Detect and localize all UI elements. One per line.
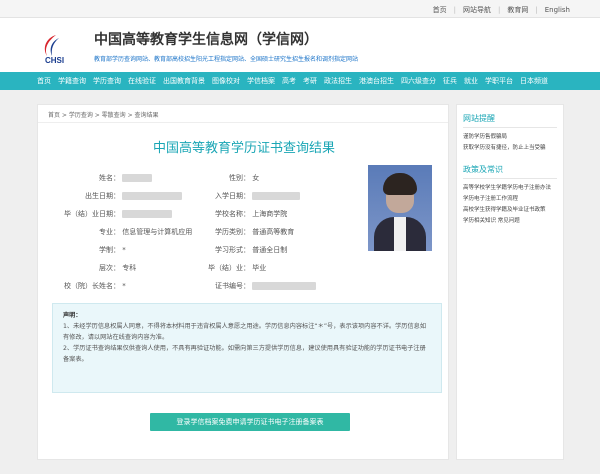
toplink-edu[interactable]: 教育网 <box>507 5 528 15</box>
sidebar-link[interactable]: 谨防学历售假骗局 <box>463 132 557 143</box>
sidebar-link[interactable]: 高校学生获得学籍及毕业证书政策 <box>463 205 557 216</box>
main-nav: 首页 学籍查询 学历查询 在线验证 出国教育背景 图像校对 学信档案 高考 考研… <box>0 72 600 90</box>
tier-value: 专科 <box>122 264 137 272</box>
nav-item[interactable]: 四六级查分 <box>401 76 436 86</box>
major-label: 专业： <box>99 228 120 236</box>
field-school: 学校名称： 上海商学院 <box>214 209 287 219</box>
sidebar-link[interactable]: 学历相关知识 常见问题 <box>463 216 557 227</box>
birth-label: 出生日期： <box>85 192 120 200</box>
disclaimer-p1: 1、未经学历信息权属人同意，不得将本材料用于违背权属人意愿之用途。学历信息内容标… <box>63 323 427 341</box>
school-label: 学校名称： <box>215 210 250 218</box>
field-entry: 入学日期： <box>214 191 301 201</box>
disclaimer-title: 声明： <box>63 312 82 319</box>
breadcrumb[interactable]: 首页 > 学历查询 > 零散查询 > 查询结果 <box>38 105 448 123</box>
major-value: 信息管理与计算机应用 <box>122 228 193 236</box>
gender-value: 女 <box>252 174 260 182</box>
nav-item[interactable]: 征兵 <box>443 76 457 86</box>
nav-item[interactable]: 首页 <box>37 76 51 86</box>
level-value: * <box>122 246 126 254</box>
nav-item[interactable]: 出国教育背景 <box>163 76 205 86</box>
top-links: 首页 | 网站导航 | 教育网 | English <box>432 5 570 15</box>
logo-text: CHSI <box>45 56 65 65</box>
gender-label: 性别： <box>229 174 250 182</box>
cert-no-value-redacted <box>252 282 317 290</box>
birth-value-redacted <box>122 192 183 200</box>
student-photo <box>368 165 432 251</box>
toplink-home[interactable]: 首页 <box>433 5 447 15</box>
sidebar-link[interactable]: 学历电子注册工作流程 <box>463 194 557 205</box>
site-header: CHSI 中国高等教育学生信息网（学信网） 教育部学历查询网站、教育部高校招生阳… <box>0 18 600 72</box>
field-status: 毕（结）业： 毕业 <box>202 263 266 273</box>
field-gender: 性别： 女 <box>214 173 259 183</box>
nav-item[interactable]: 学籍查询 <box>58 76 86 86</box>
sidebar-title-reminders: 网站提醒 <box>463 113 557 128</box>
field-name: 姓名： <box>84 173 153 183</box>
nav-item[interactable]: 日本频道 <box>520 76 548 86</box>
nav-item[interactable]: 高考 <box>282 76 296 86</box>
name-label: 姓名： <box>99 174 120 182</box>
sidebar: 网站提醒 谨防学历售假骗局 获取学历没有捷径，防止上当受骗 政策及常识 高等学校… <box>456 104 564 460</box>
field-cert-no: 证书编号： <box>214 281 317 291</box>
edu-type-label: 学历类别： <box>215 228 250 236</box>
field-grad-date: 毕（结）业日期： <box>56 209 173 219</box>
sidebar-link[interactable]: 获取学历没有捷径，防止上当受骗 <box>463 143 557 154</box>
nav-item[interactable]: 在线验证 <box>128 76 156 86</box>
school-value: 上海商学院 <box>252 210 288 218</box>
result-panel: 首页 > 学历查询 > 零散查询 > 查询结果 中国高等教育学历证书查询结果 姓… <box>37 104 449 460</box>
toplink-sitemap[interactable]: 网站导航 <box>463 5 491 15</box>
edu-type-value: 普通高等教育 <box>252 228 295 236</box>
entry-value-redacted <box>252 192 301 200</box>
grad-date-value-redacted <box>122 210 173 218</box>
field-level: 学制： * <box>84 245 126 255</box>
principal-label: 校（院）长姓名： <box>64 282 120 290</box>
cert-no-label: 证书编号： <box>215 282 250 290</box>
form-label: 学习形式： <box>215 246 250 254</box>
nav-item[interactable]: 图像校对 <box>212 76 240 86</box>
apply-record-button[interactable]: 登录学信档案免费申请学历证书电子注册备案表 <box>150 413 350 431</box>
disclaimer-box: 声明： 1、未经学历信息权属人同意，不得将本材料用于违背权属人意愿之用途。学历信… <box>52 303 442 393</box>
nav-item[interactable]: 学信档案 <box>247 76 275 86</box>
sidebar-link[interactable]: 高等学校学生学籍学历电子注册办法 <box>463 183 557 194</box>
nav-item[interactable]: 学职平台 <box>485 76 513 86</box>
nav-item[interactable]: 学历查询 <box>93 76 121 86</box>
nav-item[interactable]: 政法招生 <box>324 76 352 86</box>
entry-label: 入学日期： <box>215 192 250 200</box>
field-form: 学习形式： 普通全日制 <box>214 245 287 255</box>
site-title: 中国高等教育学生信息网（学信网） <box>94 32 318 48</box>
nav-item[interactable]: 考研 <box>303 76 317 86</box>
field-principal: 校（院）长姓名： * <box>58 281 126 291</box>
field-tier: 层次： 专科 <box>84 263 136 273</box>
name-value-redacted <box>122 174 153 182</box>
form-value: 普通全日制 <box>252 246 288 254</box>
tier-label: 层次： <box>99 264 120 272</box>
nav-item[interactable]: 港澳台招生 <box>359 76 394 86</box>
field-edu-type: 学历类别： 普通高等教育 <box>214 227 294 237</box>
level-label: 学制： <box>99 246 120 254</box>
status-value: 毕业 <box>252 264 267 272</box>
status-label: 毕（结）业： <box>208 264 250 272</box>
principal-value: * <box>122 282 126 290</box>
toplink-english[interactable]: English <box>545 6 570 14</box>
field-birth: 出生日期： <box>84 191 183 201</box>
nav-item[interactable]: 就业 <box>464 76 478 86</box>
site-desc: 教育部学历查询网站、教育部高校招生阳光工程指定网站、全国硕士研究生招生报名和调剂… <box>94 56 359 63</box>
disclaimer-p2: 2、学历证书查询结果仅供查询人使用，不具有再验证功能。如需向第三方提供学历信息，… <box>63 345 426 363</box>
top-bar: 首页 | 网站导航 | 教育网 | English <box>0 0 600 18</box>
sidebar-title-policy: 政策及常识 <box>463 164 557 179</box>
result-title: 中国高等教育学历证书查询结果 <box>152 141 335 156</box>
field-major: 专业： 信息管理与计算机应用 <box>84 227 192 237</box>
grad-date-label: 毕（结）业日期： <box>64 210 120 218</box>
